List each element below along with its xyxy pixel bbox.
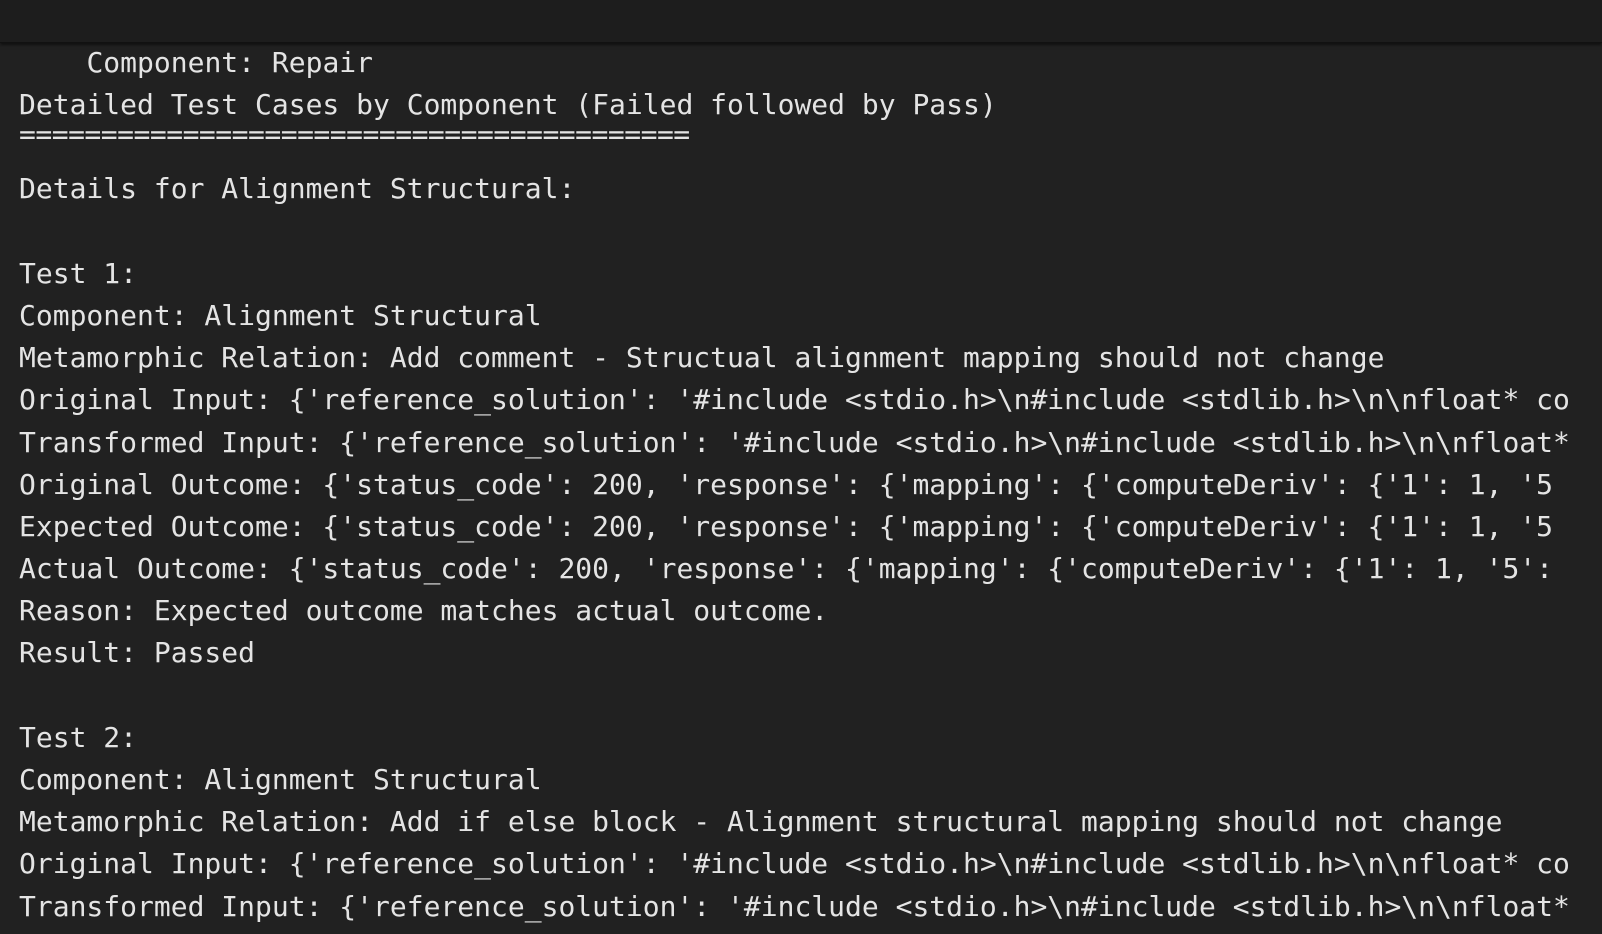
test-original-outcome: Original Outcome: {'status_code': 200, '… bbox=[19, 467, 1554, 501]
test-result: Result: Passed bbox=[19, 636, 256, 670]
separator-text: ========================================… bbox=[19, 118, 690, 152]
test-label: Test 2: bbox=[19, 720, 138, 754]
output-text-area[interactable]: Detailed Test Cases by Component (Failed… bbox=[19, 84, 1602, 928]
test-reason: Reason: Expected outcome matches actual … bbox=[19, 594, 829, 628]
section-heading: Details for Alignment Structural: bbox=[19, 172, 576, 206]
test-transformed-input: Transformed Input: {'reference_solution'… bbox=[19, 425, 1570, 459]
separator-line: ========================================… bbox=[19, 118, 1602, 168]
test-component: Component: Alignment Structural bbox=[19, 298, 542, 332]
test-relation: Metamorphic Relation: Add comment - Stru… bbox=[19, 341, 1385, 375]
terminal-output-panel[interactable]: Component: Repair Detailed Test Cases by… bbox=[0, 0, 1602, 934]
test-relation: Metamorphic Relation: Add if else block … bbox=[19, 805, 1503, 839]
test-original-input: Original Input: {'reference_solution': '… bbox=[19, 383, 1570, 417]
header-component-text: Component: Repair bbox=[86, 46, 374, 79]
test-original-input: Original Input: {'reference_solution': '… bbox=[19, 847, 1570, 881]
test-actual-outcome: Actual Outcome: {'status_code': 200, 're… bbox=[19, 552, 1554, 586]
test-transformed-input: Transformed Input: {'reference_solution'… bbox=[19, 889, 1570, 923]
test-component: Component: Alignment Structural bbox=[19, 763, 542, 796]
test-expected-outcome: Expected Outcome: {'status_code': 200, '… bbox=[19, 509, 1554, 543]
sticky-scroll-header[interactable]: Component: Repair bbox=[0, 0, 1602, 79]
test-label: Test 1: bbox=[19, 256, 138, 290]
